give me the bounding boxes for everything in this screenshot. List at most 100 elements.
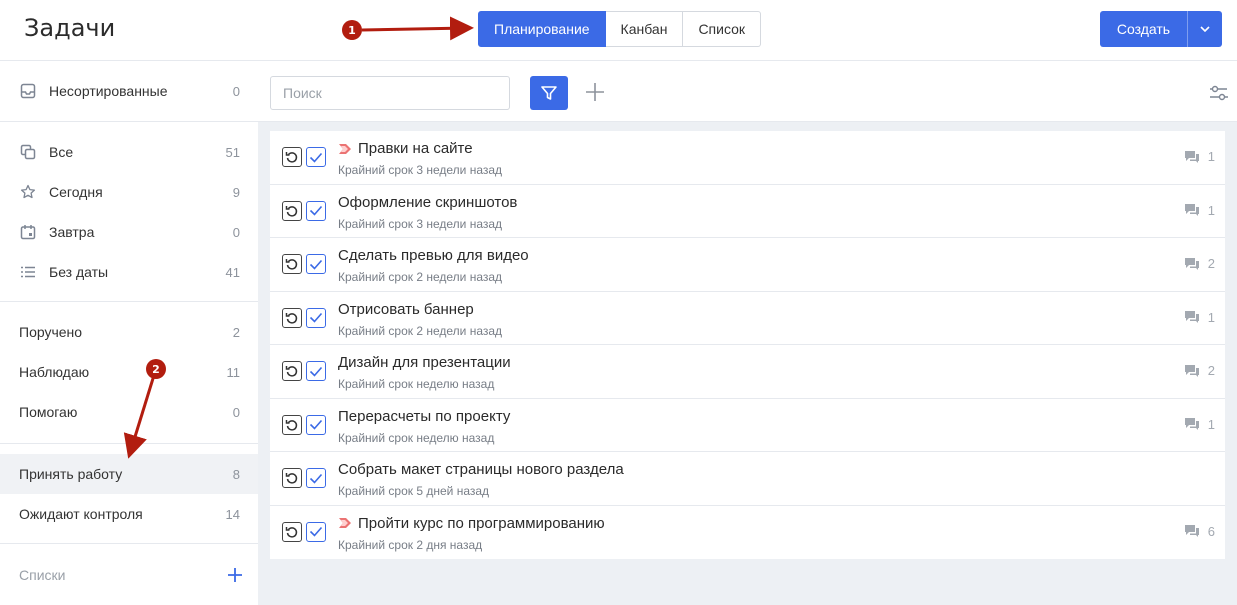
task-row[interactable]: Отрисовать баннер Крайний срок 2 недели … (270, 292, 1225, 345)
search-input[interactable] (270, 76, 510, 110)
repeat-task-button[interactable] (282, 361, 302, 381)
repeat-task-button[interactable] (282, 147, 302, 167)
check-icon (309, 152, 323, 163)
sidebar-item-label: Завтра (49, 224, 95, 240)
add-task-button[interactable] (583, 78, 607, 106)
sidebar-item-helping[interactable]: Помогаю 0 (0, 392, 258, 432)
repeat-task-button[interactable] (282, 307, 302, 328)
sidebar-item-count: 51 (225, 144, 240, 160)
complete-task-checkbox[interactable] (306, 414, 326, 435)
complete-task-checkbox[interactable] (306, 200, 326, 221)
task-row[interactable]: Сделать превью для видео Крайний срок 2 … (270, 238, 1225, 292)
check-icon (309, 259, 323, 270)
repeat-task-button[interactable] (282, 414, 302, 435)
check-icon (309, 366, 323, 377)
inbox-icon (19, 82, 37, 100)
complete-task-checkbox[interactable] (306, 468, 326, 488)
sidebar-item-label: Сегодня (49, 184, 103, 200)
sidebar-item-no-date[interactable]: Без даты 41 (0, 252, 258, 292)
task-title[interactable]: Пройти курс по программированию (338, 515, 605, 532)
task-title[interactable]: Правки на сайте (338, 140, 473, 157)
task-title[interactable]: Перерасчеты по проекту (338, 408, 510, 425)
sidebar-item-count: 0 (232, 83, 240, 99)
task-row[interactable]: Перерасчеты по проекту Крайний срок неде… (270, 399, 1225, 452)
annotation-badge-1: 1 (342, 20, 362, 40)
top-header: Задачи Планирование Канбан Список Создат… (0, 0, 1237, 61)
sidebar-item-count: 0 (232, 404, 240, 420)
sidebar-item-unsorted[interactable]: Несортированные 0 (0, 71, 258, 111)
task-comments[interactable]: 1 (1184, 203, 1215, 218)
task-row[interactable]: Собрать макет страницы нового раздела Кр… (270, 452, 1225, 506)
task-comments[interactable]: 6 (1184, 524, 1215, 539)
repeat-icon (285, 419, 298, 431)
complete-task-checkbox[interactable] (306, 254, 326, 274)
task-title-text: Сделать превью для видео (338, 247, 529, 264)
create-dropdown-button[interactable] (1187, 11, 1222, 47)
complete-task-checkbox[interactable] (306, 307, 326, 328)
task-title[interactable]: Отрисовать баннер (338, 301, 474, 318)
sidebar-item-count: 0 (232, 224, 240, 240)
task-title[interactable]: Дизайн для презентации (338, 354, 511, 371)
tab-list[interactable]: Список (683, 11, 762, 47)
priority-flag-icon (338, 517, 352, 529)
task-toolbar (258, 61, 1237, 122)
tab-planning[interactable]: Планирование (478, 11, 606, 47)
task-comments[interactable]: 2 (1184, 363, 1215, 378)
sidebar-item-tomorrow[interactable]: Завтра 0 (0, 212, 258, 252)
filter-button[interactable] (530, 76, 568, 110)
repeat-icon (285, 205, 298, 217)
complete-task-checkbox[interactable] (306, 147, 326, 167)
task-comments[interactable]: 1 (1184, 149, 1215, 164)
create-button[interactable]: Создать (1100, 11, 1187, 47)
task-title-text: Правки на сайте (358, 140, 473, 157)
repeat-task-button[interactable] (282, 521, 302, 542)
check-icon (309, 526, 323, 537)
chevron-down-icon (1200, 26, 1210, 32)
task-row[interactable]: Дизайн для презентации Крайний срок неде… (270, 345, 1225, 399)
sidebar-item-label: Наблюдаю (19, 364, 90, 380)
sidebar-item-awaiting-control[interactable]: Ожидают контроля 14 (0, 494, 258, 534)
repeat-task-button[interactable] (282, 254, 302, 274)
task-title[interactable]: Собрать макет страницы нового раздела (338, 461, 624, 478)
task-row[interactable]: Оформление скриншотов Крайний срок 3 нед… (270, 185, 1225, 238)
task-title-text: Пройти курс по программированию (358, 514, 605, 532)
sidebar-item-count: 14 (225, 506, 240, 522)
sidebar-item-accept-work[interactable]: Принять работу 8 (0, 454, 258, 494)
sidebar-item-label: Помогаю (19, 404, 78, 420)
repeat-task-button[interactable] (282, 200, 302, 221)
tab-kanban[interactable]: Канбан (605, 11, 684, 47)
comments-icon (1184, 364, 1199, 377)
task-title[interactable]: Оформление скриншотов (338, 194, 517, 211)
sidebar-section-review: Принять работу 8 Ожидают контроля 14 (0, 444, 258, 544)
comments-icon (1184, 204, 1199, 216)
page-title: Задачи (24, 14, 116, 42)
comments-icon (1184, 257, 1199, 270)
task-list: Правки на сайте Крайний срок 3 недели на… (270, 131, 1225, 559)
annotation-badge-2: 2 (146, 359, 166, 379)
sidebar-item-all[interactable]: Все 51 (0, 132, 258, 172)
task-comment-count: 2 (1207, 256, 1215, 271)
lists-heading: Списки (19, 567, 66, 583)
task-comments[interactable]: 1 (1184, 310, 1215, 325)
sidebar-item-assigned[interactable]: Поручено 2 (0, 312, 258, 352)
sidebar-item-today[interactable]: Сегодня 9 (0, 172, 258, 212)
task-deadline: Крайний срок 3 недели назад (338, 163, 503, 177)
task-deadline: Крайний срок 5 дней назад (338, 484, 490, 498)
calendar-icon (19, 223, 37, 241)
sidebar-lists-row: Списки (0, 544, 258, 605)
repeat-icon (285, 526, 298, 538)
sidebar-section-unsorted: Несортированные 0 (0, 61, 258, 122)
complete-task-checkbox[interactable] (306, 521, 326, 542)
task-title[interactable]: Сделать превью для видео (338, 247, 529, 264)
task-comments[interactable]: 2 (1184, 256, 1215, 271)
task-row[interactable]: Правки на сайте Крайний срок 3 недели на… (270, 131, 1225, 185)
task-title-text: Перерасчеты по проекту (338, 407, 511, 425)
task-comments[interactable]: 1 (1184, 417, 1215, 432)
task-row[interactable]: Пройти курс по программированию Крайний … (270, 506, 1225, 560)
complete-task-checkbox[interactable] (306, 361, 326, 381)
sidebar-item-count: 2 (232, 324, 240, 340)
sidebar-item-watching[interactable]: Наблюдаю 11 (0, 352, 258, 392)
repeat-task-button[interactable] (282, 468, 302, 488)
add-list-button[interactable] (228, 563, 242, 587)
view-settings-button[interactable] (1209, 83, 1229, 103)
